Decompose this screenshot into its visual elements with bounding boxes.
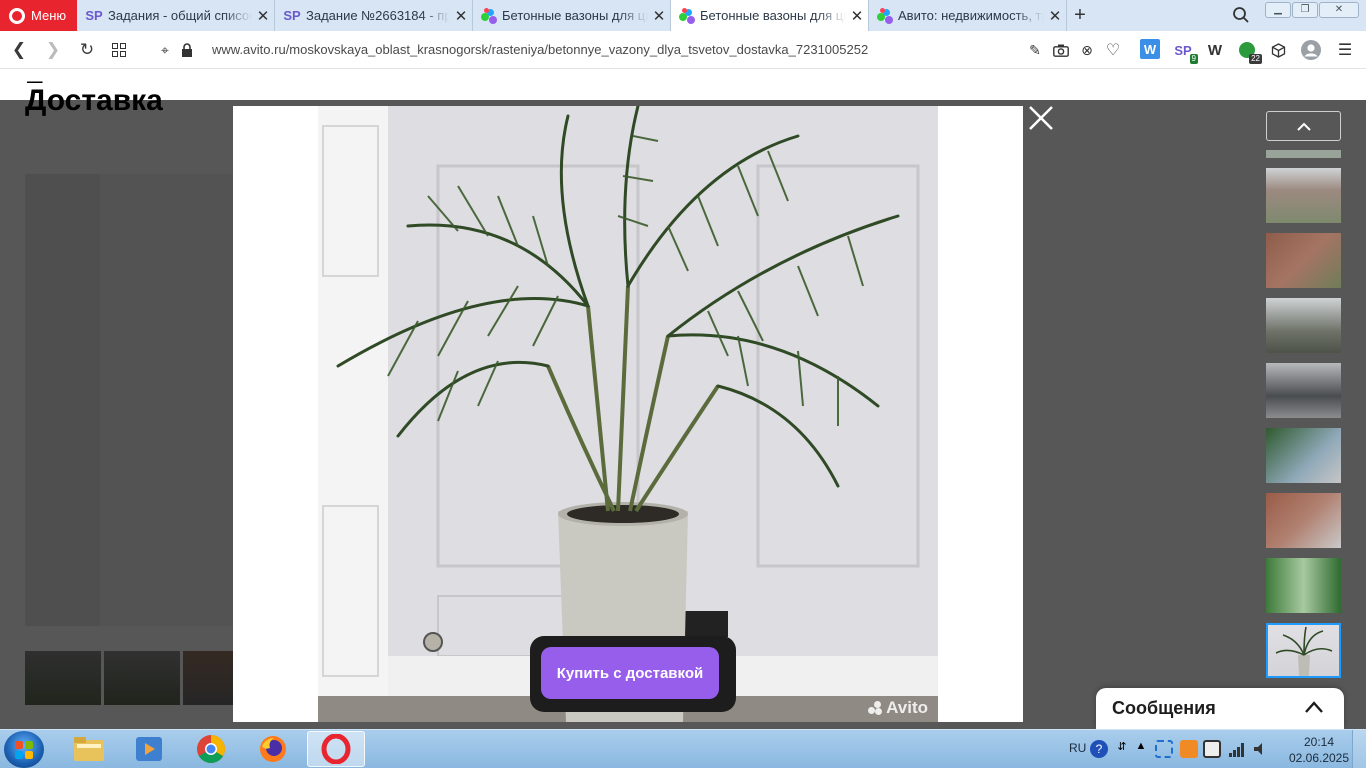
tray-app-orange-icon[interactable] <box>1180 740 1198 758</box>
palm-thumbnail-image <box>1275 626 1333 676</box>
device-manager-icon[interactable] <box>1203 740 1221 758</box>
tab-strip: Меню SP Задания - общий список з ✕ SP За… <box>0 0 1366 31</box>
start-button[interactable] <box>4 731 44 768</box>
extension-sp-icon[interactable]: SP 9 <box>1172 39 1198 64</box>
minimize-window-icon[interactable]: ▁ <box>1265 2 1291 18</box>
windows-taskbar: RU ? ⇵ ▲ 20:14 02.06.2025 <box>0 729 1366 768</box>
adblock-icon[interactable]: ⊗ <box>1076 39 1098 61</box>
extension-w-icon[interactable]: W <box>1204 39 1226 61</box>
avito-icon <box>481 7 497 24</box>
sp-icon: SP <box>283 8 301 23</box>
speed-dial-icon[interactable] <box>108 39 130 61</box>
lightbox-thumbnail[interactable] <box>1266 150 1341 158</box>
avito-icon <box>679 7 695 24</box>
signal-strength-icon[interactable] <box>1228 740 1246 758</box>
extension-green-icon[interactable]: 22 <box>1236 39 1262 64</box>
close-lightbox-icon[interactable] <box>1027 104 1055 132</box>
lightbox-thumbnail[interactable] <box>1266 298 1341 353</box>
show-desktop-button[interactable] <box>1352 730 1366 768</box>
reload-icon[interactable]: ↻ <box>76 39 98 61</box>
buy-button-container: Купить с доставкой <box>530 636 736 712</box>
chevron-up-icon <box>1296 122 1311 131</box>
extension-w-blue-icon[interactable]: W <box>1140 39 1160 59</box>
sp-icon: SP <box>85 8 103 23</box>
bookmark-heart-icon[interactable]: ♡ <box>1102 39 1124 61</box>
avito-watermark: Avito <box>868 698 928 718</box>
opera-logo-icon <box>9 7 25 24</box>
messages-panel[interactable]: Сообщения <box>1096 688 1344 729</box>
lock-icon[interactable] <box>176 39 198 61</box>
buy-with-delivery-button[interactable]: Купить с доставкой <box>541 647 719 699</box>
thumbnails-scroll-up-button[interactable] <box>1266 111 1341 141</box>
tab-4-active[interactable]: Бетонные вазоны для цве ✕ <box>671 0 869 31</box>
screenshot-tool-icon[interactable] <box>1155 740 1173 758</box>
back-icon[interactable]: ❮ <box>8 39 30 61</box>
edit-page-icon[interactable]: ✎ <box>1024 39 1046 61</box>
help-icon[interactable]: ? <box>1090 740 1108 758</box>
address-bar: ❮ ❯ ↻ ⌖ www.avito.ru/moskovskaya_oblast_… <box>0 31 1366 69</box>
easy-setup-icon[interactable]: ☰ <box>1334 39 1356 61</box>
lightbox-thumbnail[interactable] <box>1266 233 1341 288</box>
close-tab-icon[interactable]: ✕ <box>1044 7 1066 25</box>
media-player-icon[interactable] <box>120 731 178 767</box>
chevron-up-icon[interactable] <box>1304 700 1324 714</box>
maximize-window-icon[interactable]: ❐ <box>1292 2 1318 18</box>
tab-5[interactable]: Авито: недвижимость, тра ✕ <box>869 0 1067 31</box>
snapshot-camera-icon[interactable] <box>1050 39 1072 61</box>
profile-avatar-icon[interactable] <box>1300 39 1322 61</box>
network-adapter-icon[interactable]: ⇵ <box>1113 740 1131 758</box>
language-indicator[interactable]: RU <box>1069 741 1086 755</box>
avito-logo-icon <box>868 701 883 715</box>
firefox-icon[interactable] <box>244 731 302 767</box>
show-hidden-icons-icon[interactable]: ▲ <box>1132 740 1150 758</box>
new-tab-icon[interactable]: + <box>1070 4 1090 27</box>
opera-menu-button[interactable]: Меню <box>0 0 77 31</box>
tab-3[interactable]: Бетонные вазоны для цве ✕ <box>473 0 671 31</box>
tab-1[interactable]: SP Задания - общий список з ✕ <box>77 0 275 31</box>
url-field[interactable]: www.avito.ru/moskovskaya_oblast_krasnogo… <box>212 42 868 57</box>
system-clock[interactable]: 20:14 02.06.2025 <box>1286 734 1352 766</box>
chrome-icon[interactable] <box>182 731 240 767</box>
forward-icon[interactable]: ❯ <box>42 39 64 61</box>
lightbox-thumbnail[interactable] <box>1266 558 1341 613</box>
volume-icon[interactable] <box>1252 740 1270 758</box>
lightbox-thumbnail-selected[interactable] <box>1266 623 1341 678</box>
close-window-icon[interactable]: ✕ <box>1319 2 1359 18</box>
lightbox-thumbnail[interactable] <box>1266 168 1341 223</box>
avito-icon <box>877 7 893 24</box>
photo-lightbox: Avito <box>233 106 1023 722</box>
close-tab-icon[interactable]: ✕ <box>252 7 274 25</box>
lightbox-photo[interactable]: Avito <box>318 106 938 722</box>
lightbox-thumbnail[interactable] <box>1266 493 1341 548</box>
tab-search-icon[interactable] <box>1232 6 1250 24</box>
close-tab-icon[interactable]: ✕ <box>648 7 670 25</box>
lightbox-thumbnail[interactable] <box>1266 428 1341 483</box>
close-tab-icon[interactable]: ✕ <box>450 7 472 25</box>
file-explorer-icon[interactable] <box>60 731 118 767</box>
opera-taskbar-icon[interactable] <box>307 731 365 767</box>
location-pin-icon[interactable]: ⌖ <box>154 39 176 61</box>
lightbox-thumbnail[interactable] <box>1266 363 1341 418</box>
extensions-cube-icon[interactable] <box>1267 39 1289 61</box>
palm-in-planter-image <box>318 106 938 722</box>
close-tab-icon[interactable]: ✕ <box>846 7 868 25</box>
tab-2[interactable]: SP Задание №2663184 - про ✕ <box>275 0 473 31</box>
